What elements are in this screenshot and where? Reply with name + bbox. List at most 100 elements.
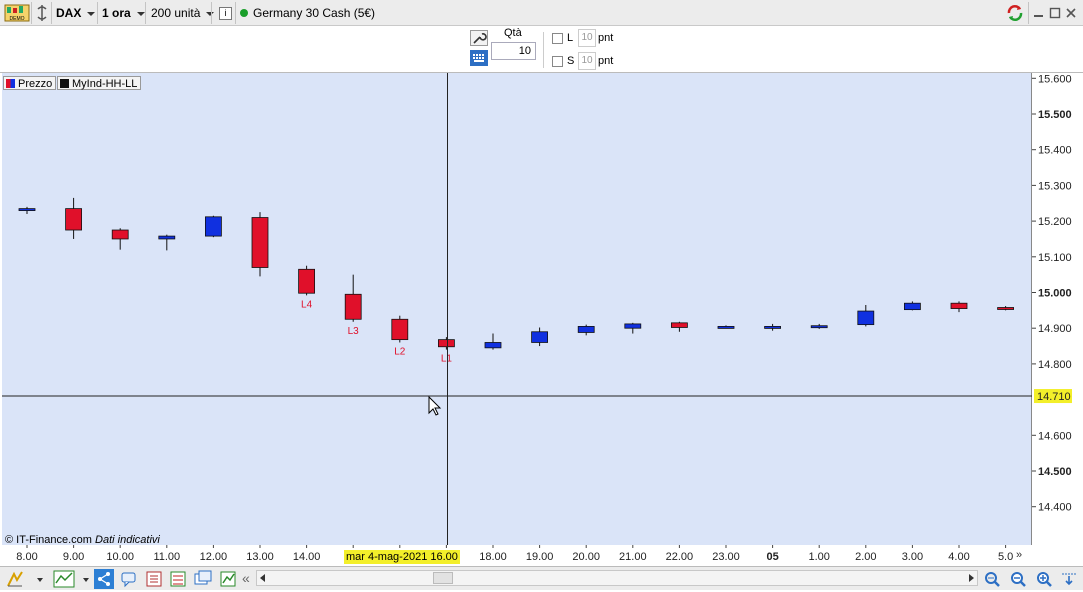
candle-body: [950, 302, 968, 309]
mouse-cursor-icon: [428, 395, 442, 416]
instrument-label: DAX: [56, 6, 82, 20]
swing-low-label: L1: [441, 354, 453, 365]
short-checkbox[interactable]: [552, 56, 563, 67]
crosshair-price-label: 14.710: [1037, 391, 1071, 403]
units-dropdown[interactable]: 200 unità: [151, 3, 215, 23]
legend-item-indicator[interactable]: MyInd-HH-LL: [57, 76, 142, 90]
swing-low-label: L3: [348, 326, 360, 337]
price-tick-label: 15.500: [1038, 109, 1072, 121]
candle-body: [65, 208, 82, 231]
zoom-out-icon[interactable]: [1009, 570, 1027, 588]
chart-plot-area[interactable]: L3 L2 L1 L4: [2, 73, 1032, 545]
candle-body: [298, 268, 316, 294]
long-points-input[interactable]: 10: [578, 29, 596, 47]
zoom-in-icon[interactable]: [1035, 570, 1053, 588]
keypad-icon[interactable]: [470, 50, 488, 66]
chevron-down-icon: [87, 11, 96, 16]
price-axis[interactable]: 15.600 15.500 15.400 15.300 15.200 15.100 15.0…: [1032, 73, 1083, 545]
top-toolbar: DEMO DAX 1 ora 200 unità i Germany 30 Ca…: [0, 0, 1083, 26]
time-tick-label: 4.00: [948, 551, 969, 563]
time-tick-label: 1.00: [808, 551, 829, 563]
info-icon[interactable]: i: [219, 7, 232, 20]
close-icon[interactable]: [1065, 3, 1077, 23]
maximize-icon[interactable]: [1049, 3, 1061, 23]
time-axis[interactable]: 8.00 9.00 10.00 11.00 12.00 13.00 14.00 18.00 19…: [0, 545, 1032, 566]
time-tick-label: 14.00: [293, 551, 321, 563]
candle-body: [111, 229, 129, 240]
share-icon[interactable]: [94, 569, 114, 589]
time-tick-label: 23.00: [712, 551, 740, 563]
info-label: i: [224, 8, 227, 18]
chevron-down-icon[interactable]: [81, 570, 91, 588]
legend-swatch-price: [6, 79, 15, 88]
drawing-tools-icon[interactable]: [6, 570, 24, 588]
backtest-icon[interactable]: [219, 570, 237, 588]
swing-low-label: L2: [394, 346, 406, 357]
candle-body: [484, 342, 502, 349]
candle-body: [344, 293, 362, 320]
zoom-fit-icon[interactable]: [983, 570, 1001, 588]
candle-body: [857, 310, 875, 326]
toolbar-separator: [1028, 2, 1029, 24]
short-label: S: [567, 55, 575, 67]
list-icon[interactable]: [145, 570, 163, 588]
price-tick-label: 14.600: [1038, 430, 1072, 442]
price-tick-label: 15.100: [1038, 252, 1072, 264]
chevron-down-icon[interactable]: [35, 570, 45, 588]
time-tick-label: 8.00: [16, 551, 37, 563]
demo-icon[interactable]: DEMO: [4, 3, 30, 23]
refresh-icon[interactable]: [1005, 3, 1027, 23]
long-unit-label: pnt: [598, 32, 614, 44]
instrument-dropdown[interactable]: DAX: [56, 3, 96, 23]
candle-body: [437, 339, 455, 348]
history-scrollbar[interactable]: [256, 570, 978, 586]
swing-low-label: L4: [301, 299, 313, 310]
short-points-input[interactable]: 10: [578, 52, 596, 70]
price-tick-label: 14.400: [1038, 502, 1072, 514]
scroll-right-icon[interactable]: [969, 574, 974, 582]
price-tick-label: 14.900: [1038, 323, 1072, 335]
candle-body: [904, 302, 921, 311]
wrench-icon[interactable]: [470, 30, 488, 46]
link-icon[interactable]: [35, 3, 51, 23]
time-tick-label: 20.00: [572, 551, 600, 563]
candle-body: [577, 326, 595, 333]
time-tick-label: 19.00: [526, 551, 554, 563]
order-panel: Qtà L 10 pnt S 10 pnt: [0, 26, 1083, 73]
legend-item-price[interactable]: Prezzo: [3, 76, 57, 90]
timeframe-dropdown[interactable]: 1 ora: [102, 3, 145, 23]
time-tick-label: 2.00: [855, 551, 876, 563]
chart-style-icon[interactable]: [53, 570, 75, 588]
qty-label: Qtà: [504, 27, 522, 39]
candlestick-chart[interactable]: L3 L2 L1 L4: [2, 73, 1032, 545]
qty-input[interactable]: [491, 42, 536, 60]
candle-body: [531, 331, 548, 343]
download-icon[interactable]: [1060, 570, 1078, 588]
candle-body: [391, 318, 409, 341]
time-tick-label: 11.00: [153, 551, 180, 563]
windows-icon[interactable]: [194, 570, 212, 588]
chevron-down-icon: [136, 11, 145, 16]
legend-label-indicator: MyInd-HH-LL: [72, 78, 138, 90]
time-tick-label: 9.00: [63, 551, 84, 563]
toolbar-separator: [235, 2, 236, 24]
scroll-start-icon[interactable]: «: [242, 570, 254, 588]
timeframe-label: 1 ora: [102, 6, 131, 20]
minimize-icon[interactable]: [1033, 3, 1045, 23]
time-tick-label: 21.00: [619, 551, 647, 563]
scroll-thumb[interactable]: [433, 572, 453, 584]
toolbar-separator: [211, 2, 212, 24]
time-tick-label: 13.00: [246, 551, 274, 563]
scroll-left-icon[interactable]: [260, 574, 265, 582]
indicators-icon[interactable]: [169, 570, 187, 588]
time-axis-next-icon[interactable]: »: [1016, 549, 1022, 561]
long-checkbox[interactable]: [552, 33, 563, 44]
candle-body: [18, 208, 36, 212]
price-tick-label: 15.400: [1038, 145, 1072, 157]
candle-body: [997, 307, 1014, 310]
demo-label: DEMO: [10, 16, 25, 22]
candle-body: [251, 217, 269, 268]
chat-icon[interactable]: [120, 570, 138, 588]
time-axis-labels: 8.00 9.00 10.00 11.00 12.00 13.00 14.00 18.00 19…: [16, 545, 1013, 563]
candle-body: [810, 325, 828, 329]
